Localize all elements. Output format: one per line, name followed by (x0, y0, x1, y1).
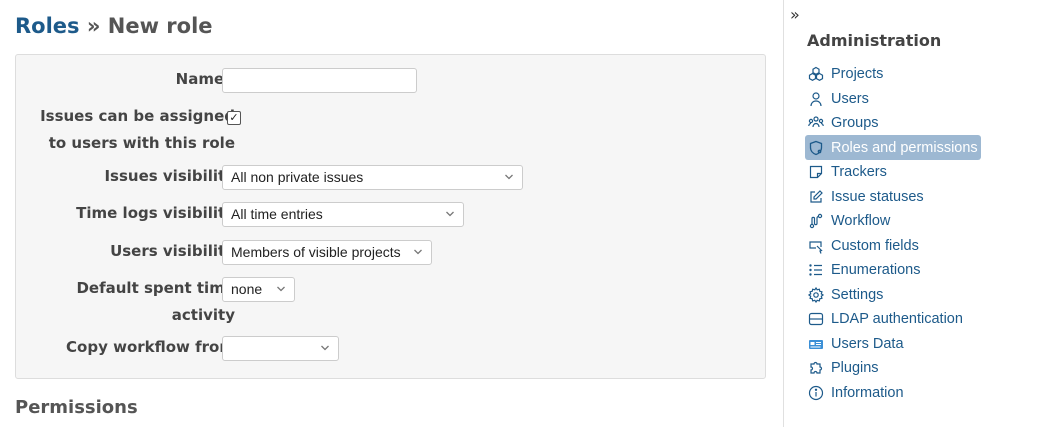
users-visibility-select[interactable]: Members of visible projects (222, 240, 432, 265)
users-visibility-label: Users visibility (110, 242, 235, 260)
copy-workflow-label: Copy workflow from (66, 338, 235, 356)
sidebar-item-custom-fields[interactable]: Custom fields (805, 234, 922, 257)
assignable-checkbox[interactable]: ✓ (227, 111, 241, 125)
time-logs-visibility-value: All time entries (231, 206, 323, 222)
page-title: Roles » New role (15, 14, 213, 38)
chevron-down-icon (277, 286, 285, 292)
sidebar-item-plugins[interactable]: Plugins (805, 357, 882, 380)
time-logs-visibility-label: Time logs visibility (76, 204, 235, 222)
issues-visibility-label: Issues visibility (104, 167, 235, 185)
sidebar-item-roles-and-permissions[interactable]: Roles and permissions (805, 135, 981, 161)
tracker-icon (808, 164, 824, 180)
info-icon (808, 385, 824, 401)
sidebar-item-enumerations[interactable]: Enumerations (805, 259, 923, 282)
gear-icon (808, 286, 824, 303)
projects-icon (808, 66, 824, 82)
sidebar-item-groups[interactable]: Groups (805, 112, 882, 135)
admin-menu: Projects Users Groups Roles and permissi… (805, 62, 1025, 405)
copy-workflow-select[interactable] (222, 336, 339, 361)
sidebar-toggle-icon[interactable]: » (790, 5, 800, 24)
breadcrumb-separator: » (79, 14, 108, 38)
assignable-label: Issues can be assigned to users with this… (40, 107, 235, 152)
custom-fields-icon (808, 238, 824, 254)
default-spent-time-value: none (231, 281, 263, 297)
puzzle-icon (808, 360, 824, 376)
shield-icon (808, 140, 824, 156)
roles-breadcrumb-link[interactable]: Roles (15, 14, 80, 38)
name-input[interactable] (222, 68, 417, 93)
chevron-down-icon (414, 249, 422, 255)
sidebar-item-issue-statuses[interactable]: Issue statuses (805, 185, 927, 208)
sidebar-item-users[interactable]: Users (805, 87, 872, 110)
chevron-down-icon (321, 345, 329, 351)
user-icon (808, 91, 824, 107)
sidebar-item-information[interactable]: Information (805, 381, 907, 404)
issues-visibility-select[interactable]: All non private issues (222, 165, 523, 190)
sidebar-item-trackers[interactable]: Trackers (805, 161, 890, 184)
sidebar-item-settings[interactable]: Settings (805, 283, 886, 306)
permissions-heading: Permissions (15, 397, 138, 418)
sidebar-item-ldap-authentication[interactable]: LDAP authentication (805, 308, 966, 331)
id-card-icon (808, 336, 824, 352)
issues-visibility-value: All non private issues (231, 169, 364, 185)
workflow-icon (808, 213, 824, 229)
sidebar: » Administration Projects Users Groups R… (783, 0, 1044, 427)
chevron-down-icon (446, 211, 454, 217)
chevron-down-icon (505, 174, 513, 180)
users-visibility-value: Members of visible projects (231, 244, 401, 260)
sidebar-item-workflow[interactable]: Workflow (805, 210, 893, 233)
default-spent-time-label: Default spent time activity (76, 279, 235, 324)
sidebar-item-projects[interactable]: Projects (805, 63, 886, 86)
server-icon (808, 311, 824, 327)
sidebar-item-users-data[interactable]: Users Data (805, 332, 907, 355)
list-icon (808, 262, 824, 278)
time-logs-visibility-select[interactable]: All time entries (222, 202, 464, 227)
main-content: Roles » New role Name* Issues can be ass… (0, 0, 783, 427)
groups-icon (808, 115, 824, 131)
page-title-text: New role (107, 14, 213, 38)
sidebar-title: Administration (807, 31, 942, 50)
default-spent-time-select[interactable]: none (222, 277, 295, 302)
edit-icon (808, 189, 824, 205)
